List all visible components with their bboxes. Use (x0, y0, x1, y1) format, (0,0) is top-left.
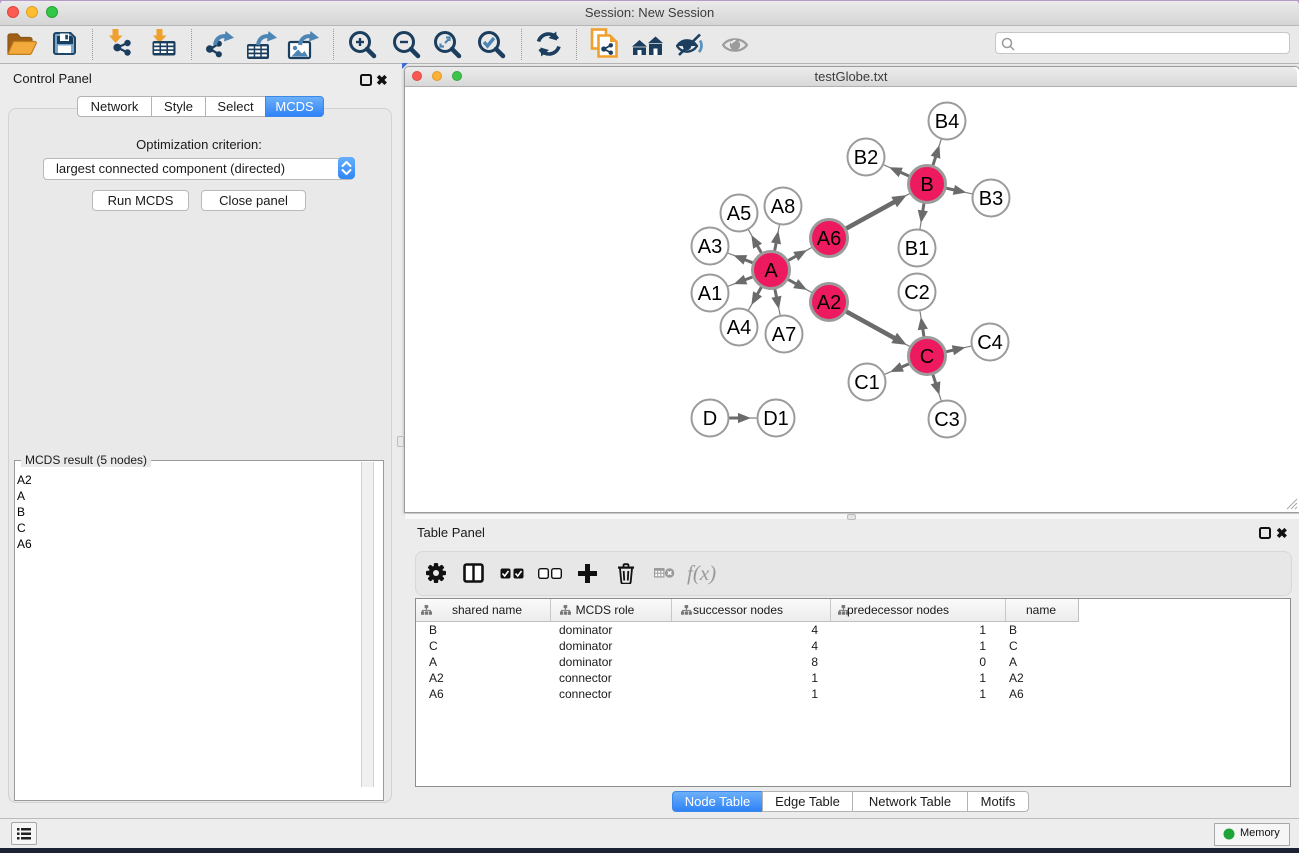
svg-text:D: D (703, 408, 717, 430)
svg-text:A5: A5 (727, 203, 751, 225)
svg-text:B4: B4 (935, 111, 959, 133)
svg-text:C3: C3 (934, 409, 960, 431)
svg-text:A: A (764, 260, 778, 282)
svg-text:C1: C1 (854, 372, 880, 394)
svg-text:A2: A2 (817, 292, 841, 314)
svg-text:C2: C2 (904, 282, 930, 304)
svg-text:A1: A1 (698, 283, 722, 305)
svg-text:C: C (920, 346, 934, 368)
svg-text:B1: B1 (905, 238, 929, 260)
svg-text:C4: C4 (977, 332, 1003, 354)
svg-text:B2: B2 (854, 147, 878, 169)
svg-text:A7: A7 (772, 324, 796, 346)
svg-text:A3: A3 (698, 236, 722, 258)
svg-text:A6: A6 (817, 228, 841, 250)
svg-text:B: B (920, 174, 933, 196)
svg-text:D1: D1 (763, 408, 789, 430)
svg-text:B3: B3 (979, 188, 1003, 210)
svg-text:A8: A8 (771, 196, 795, 218)
svg-text:A4: A4 (727, 317, 751, 339)
